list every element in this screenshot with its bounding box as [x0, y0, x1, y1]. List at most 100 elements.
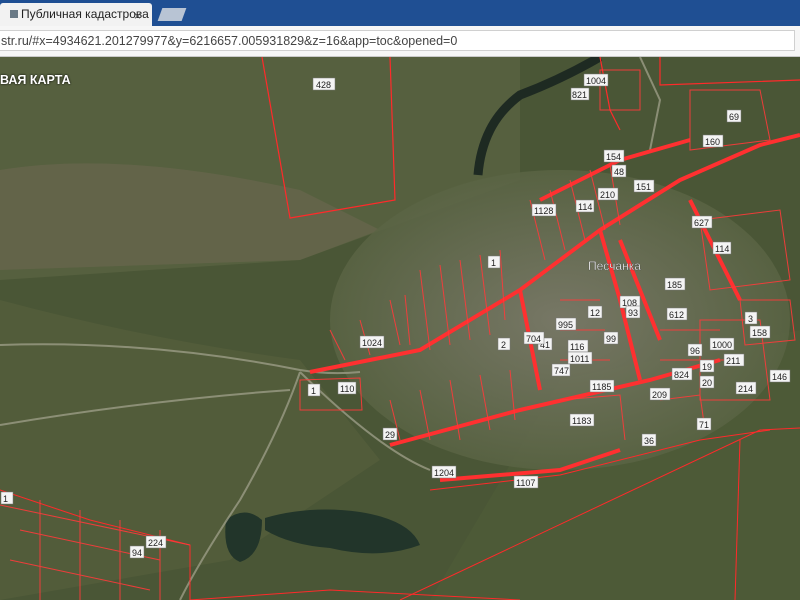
- svg-text:995: 995: [558, 320, 573, 330]
- svg-text:821: 821: [572, 90, 587, 100]
- plot-label[interactable]: 1: [0, 491, 14, 505]
- svg-text:93: 93: [628, 308, 638, 318]
- svg-text:210: 210: [600, 190, 615, 200]
- svg-text:1128: 1128: [534, 206, 553, 216]
- plot-label[interactable]: 114: [575, 199, 595, 213]
- plot-label[interactable]: 1011: [567, 351, 593, 365]
- svg-text:185: 185: [667, 280, 682, 290]
- plot-label[interactable]: 160: [702, 134, 724, 148]
- plot-label[interactable]: 158: [749, 325, 771, 339]
- plot-label[interactable]: 821: [570, 87, 590, 101]
- svg-text:224: 224: [148, 538, 163, 548]
- plot-label[interactable]: 154: [603, 149, 625, 163]
- svg-text:211: 211: [726, 356, 740, 366]
- plot-label[interactable]: 224: [145, 535, 167, 549]
- plot-label[interactable]: 20: [699, 375, 715, 389]
- plot-label[interactable]: 110: [337, 381, 357, 395]
- plot-label[interactable]: 12: [587, 305, 603, 319]
- svg-text:96: 96: [690, 346, 700, 356]
- plot-label[interactable]: 19: [699, 359, 715, 373]
- svg-text:1185: 1185: [592, 382, 611, 392]
- plot-label[interactable]: 71: [696, 417, 712, 431]
- plot-label[interactable]: 93: [625, 305, 641, 319]
- plot-label[interactable]: 627: [691, 215, 713, 229]
- map-title: ВАЯ КАРТА: [0, 73, 71, 87]
- plot-label[interactable]: 214: [735, 381, 757, 395]
- svg-text:12: 12: [590, 308, 600, 318]
- svg-text:114: 114: [715, 244, 729, 254]
- plot-label[interactable]: 48: [611, 164, 627, 178]
- browser-tab-bar: Публичная кадастрова ×: [0, 0, 800, 26]
- svg-text:428: 428: [316, 80, 331, 90]
- svg-text:154: 154: [606, 152, 621, 162]
- svg-text:29: 29: [385, 430, 395, 440]
- svg-text:99: 99: [606, 334, 616, 344]
- plot-label[interactable]: 116: [567, 339, 589, 353]
- svg-text:1: 1: [3, 494, 8, 504]
- plot-label[interactable]: 1004: [583, 73, 609, 87]
- plot-label[interactable]: 94: [129, 545, 145, 559]
- plot-label[interactable]: 1185: [589, 379, 615, 393]
- plot-label[interactable]: 211: [723, 353, 745, 367]
- svg-text:71: 71: [699, 420, 709, 430]
- svg-text:1: 1: [311, 386, 316, 396]
- browser-tab[interactable]: Публичная кадастрова ×: [0, 3, 152, 26]
- plot-label[interactable]: 99: [603, 331, 619, 345]
- svg-text:19: 19: [702, 362, 712, 372]
- plot-label[interactable]: 1128: [531, 203, 557, 217]
- plot-label[interactable]: 185: [664, 277, 686, 291]
- plot-label[interactable]: 428: [312, 77, 336, 91]
- svg-text:1: 1: [491, 258, 496, 268]
- svg-text:1004: 1004: [586, 76, 606, 86]
- svg-text:160: 160: [705, 137, 720, 147]
- plot-label[interactable]: 747: [551, 363, 571, 377]
- plot-label[interactable]: 29: [382, 427, 398, 441]
- svg-text:48: 48: [614, 167, 624, 177]
- village-name: Песчанка: [588, 259, 641, 273]
- tab-close-icon[interactable]: ×: [134, 9, 141, 23]
- svg-text:36: 36: [644, 436, 654, 446]
- plot-label[interactable]: 612: [666, 307, 688, 321]
- plot-label[interactable]: 1: [487, 255, 501, 269]
- plot-label[interactable]: 1024: [359, 335, 385, 349]
- svg-text:20: 20: [702, 378, 712, 388]
- plot-label[interactable]: 146: [769, 369, 791, 383]
- svg-text:2: 2: [501, 340, 506, 350]
- svg-text:69: 69: [729, 112, 739, 122]
- plot-label[interactable]: 210: [597, 187, 619, 201]
- plot-label[interactable]: 704: [523, 331, 545, 345]
- address-bar-area: str.ru/#x=4934621.201279977&y=6216657.00…: [0, 26, 800, 57]
- svg-text:3: 3: [748, 314, 753, 324]
- svg-text:151: 151: [636, 182, 651, 192]
- svg-text:1204: 1204: [434, 468, 454, 478]
- map-canvas[interactable]: 428 1004 821 160 69 154 48 210 114 151 1…: [0, 57, 800, 600]
- plot-label[interactable]: 2: [497, 337, 511, 351]
- plot-label[interactable]: 96: [687, 343, 703, 357]
- plot-label[interactable]: 1000: [709, 337, 735, 351]
- plot-label[interactable]: 824: [671, 367, 693, 381]
- svg-text:116: 116: [570, 342, 584, 352]
- plot-label[interactable]: 1183: [569, 413, 595, 427]
- plot-label[interactable]: 114: [712, 241, 732, 255]
- plot-label[interactable]: 3: [744, 311, 758, 325]
- svg-text:612: 612: [669, 310, 684, 320]
- plot-label[interactable]: 995: [555, 317, 577, 331]
- plot-label[interactable]: 1107: [513, 475, 539, 489]
- plot-label[interactable]: 36: [641, 433, 657, 447]
- plot-label[interactable]: 69: [726, 109, 742, 123]
- plot-label[interactable]: 1204: [431, 465, 457, 479]
- satellite-map[interactable]: 428 1004 821 160 69 154 48 210 114 151 1…: [0, 57, 800, 600]
- svg-text:1107: 1107: [516, 478, 535, 488]
- tab-title: Публичная кадастрова: [21, 7, 149, 21]
- svg-text:824: 824: [674, 370, 689, 380]
- plot-label[interactable]: 151: [633, 179, 655, 193]
- svg-text:110: 110: [340, 384, 354, 394]
- plot-label[interactable]: 1: [307, 383, 321, 397]
- svg-text:114: 114: [578, 202, 592, 212]
- svg-text:209: 209: [652, 390, 667, 400]
- new-tab-button[interactable]: [157, 8, 187, 21]
- svg-text:704: 704: [526, 334, 541, 344]
- svg-text:158: 158: [752, 328, 767, 338]
- plot-label[interactable]: 209: [649, 387, 671, 401]
- address-input[interactable]: str.ru/#x=4934621.201279977&y=6216657.00…: [0, 30, 795, 51]
